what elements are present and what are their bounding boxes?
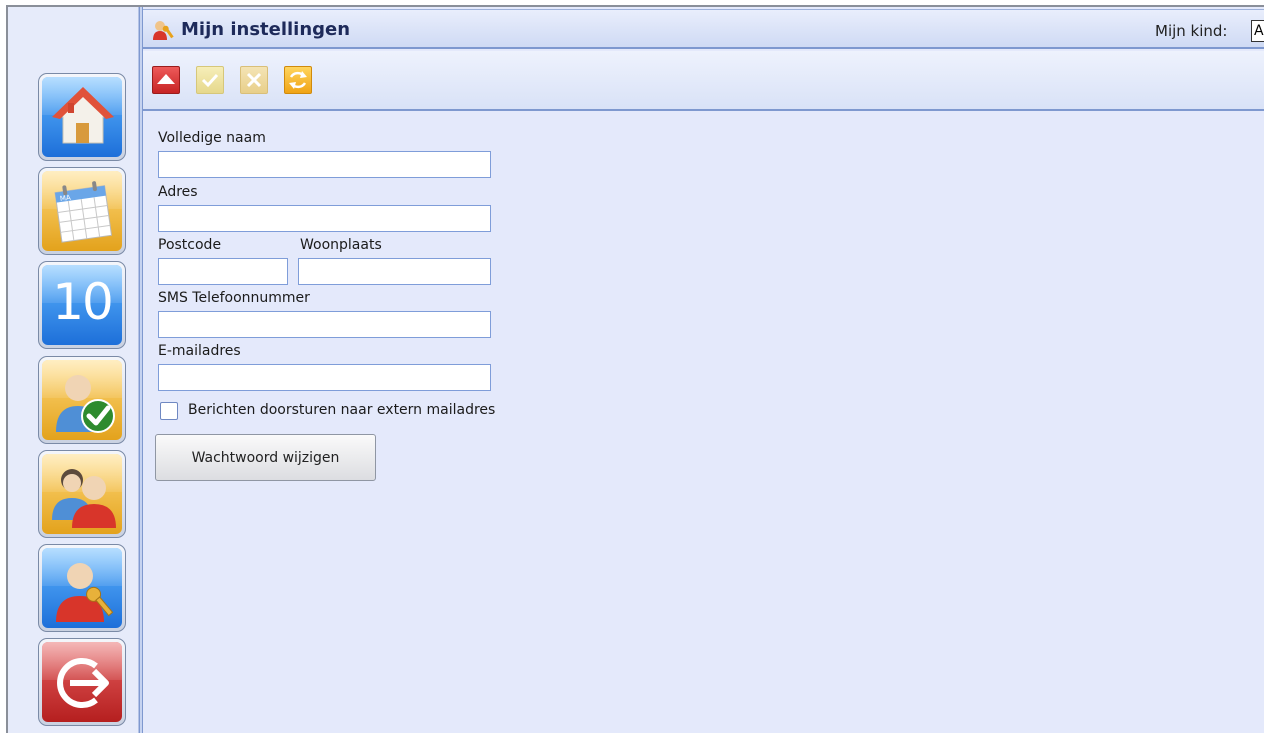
kid-select[interactable]: A [1251, 20, 1264, 42]
address-field[interactable] [158, 205, 491, 232]
forward-label: Berichten doorsturen naar extern mailadr… [188, 402, 496, 418]
page-title: Mijn instellingen [181, 19, 351, 40]
change-password-button[interactable]: Wachtwoord wijzigen [155, 434, 376, 481]
checkmark-icon [201, 73, 219, 88]
sidebar-item-grades[interactable]: 10 [38, 261, 126, 349]
sms-label: SMS Telefoonnummer [158, 290, 310, 306]
sidebar: MA 10 [8, 7, 139, 733]
up-arrow-icon [157, 74, 175, 84]
sidebar-item-logout[interactable] [38, 638, 126, 726]
city-field[interactable] [298, 258, 491, 285]
save-button[interactable] [196, 66, 224, 94]
house-icon [52, 87, 114, 144]
sidebar-item-settings[interactable] [38, 544, 126, 632]
full-name-label: Volledige naam [158, 130, 266, 146]
sidebar-item-home[interactable] [38, 73, 126, 161]
full-name-field[interactable] [158, 151, 491, 178]
logout-arrow-icon [57, 658, 109, 708]
kid-label: Mijn kind: [1155, 22, 1228, 40]
sms-phone-field[interactable] [158, 311, 491, 338]
person-key-icon [56, 563, 114, 622]
sidebar-item-contacts[interactable] [38, 450, 126, 538]
forward-checkbox[interactable] [160, 402, 178, 420]
city-label: Woonplaats [300, 237, 382, 253]
refresh-button[interactable] [284, 66, 312, 94]
close-icon [246, 72, 262, 88]
address-label: Adres [158, 184, 198, 200]
grades-number: 10 [52, 273, 114, 331]
sidebar-item-attendance[interactable] [38, 356, 126, 444]
toolbar [143, 51, 1264, 111]
calendar-icon: MA [54, 181, 113, 243]
page-header: Mijn instellingen Mijn kind: A [143, 9, 1264, 49]
person-check-icon [56, 375, 115, 433]
postcode-field[interactable] [158, 258, 288, 285]
people-icon [52, 469, 116, 528]
refresh-icon [289, 71, 307, 89]
settings-form: Volledige naam Adres Postcode Woonplaats… [143, 113, 1264, 733]
sidebar-item-calendar[interactable]: MA [38, 167, 126, 255]
postcode-label: Postcode [158, 237, 222, 253]
email-label: E-mailadres [158, 343, 241, 359]
email-field[interactable] [158, 364, 491, 391]
settings-person-icon [153, 21, 174, 40]
cancel-button[interactable] [240, 66, 268, 94]
collapse-button[interactable] [152, 66, 180, 94]
